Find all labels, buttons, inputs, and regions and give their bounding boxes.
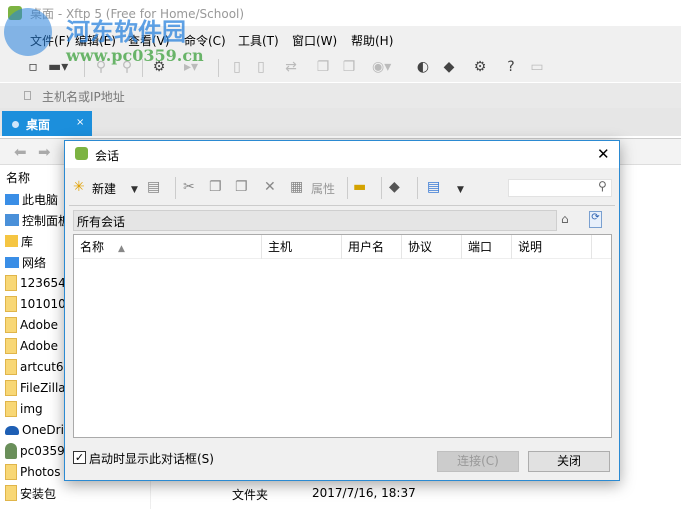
- session-icon: [75, 147, 88, 160]
- close-icon[interactable]: ✕: [597, 145, 610, 163]
- paste-icon[interactable]: ❐: [340, 58, 358, 76]
- startup-checkbox-label[interactable]: 启动时显示此对话框(S): [89, 450, 214, 467]
- item-type: 文件夹: [232, 488, 269, 502]
- menu-help[interactable]: 帮助(H): [351, 32, 393, 49]
- gear-icon[interactable]: ⚙: [471, 58, 489, 76]
- new-dropdown-icon[interactable]: ▼: [131, 182, 138, 198]
- list-item[interactable]: 库: [5, 231, 33, 251]
- list-item[interactable]: 网络: [5, 252, 46, 272]
- list-header: 名称 ▲ 主机 用户名 协议 端口 说明: [74, 235, 611, 259]
- path-label: 所有会话: [77, 215, 126, 229]
- sync-icon[interactable]: ⇄: [282, 58, 300, 76]
- address-bar[interactable]: 主机名或IP地址: [0, 83, 681, 108]
- menu-bar: 文件(F) 编辑(E) 查看(V) 命令(C) 工具(T) 窗口(W) 帮助(H…: [0, 26, 681, 53]
- cut-icon[interactable]: ✂: [183, 179, 195, 195]
- menu-view[interactable]: 查看(V): [128, 32, 170, 49]
- close-button[interactable]: 关闭: [528, 451, 610, 472]
- save-icon[interactable]: ▤: [147, 179, 160, 195]
- properties-button[interactable]: 属性: [311, 180, 335, 197]
- list-item[interactable]: 123654: [5, 273, 66, 293]
- forward-icon[interactable]: ➡: [38, 143, 51, 161]
- session-settings-icon[interactable]: ⚙: [150, 58, 168, 76]
- view-icon[interactable]: ▤: [427, 179, 440, 195]
- chat-icon[interactable]: ▭: [528, 58, 546, 76]
- tab-close-icon[interactable]: ×: [76, 117, 84, 128]
- dialog-toolbar: ✳ 新建 ▼ ▤ ✂ ❐ ❐ ✕ ▦ 属性 ▬ ◆ ▤ ▼ ⚲: [65, 171, 619, 203]
- list-item[interactable]: FileZilla: [5, 378, 66, 398]
- folder-icon[interactable]: ▬: [353, 179, 366, 195]
- tab-bar: 桌面 ×: [0, 108, 681, 136]
- session-dialog: 会话 ✕ ✳ 新建 ▼ ▤ ✂ ❐ ❐ ✕ ▦ 属性 ▬ ◆ ▤ ▼ ⚲ 所有会…: [64, 140, 620, 481]
- upload-icon[interactable]: ▯: [228, 58, 246, 76]
- copy-icon[interactable]: ❐: [314, 58, 332, 76]
- column-header-name[interactable]: 名称: [6, 169, 30, 186]
- menu-command[interactable]: 命令(C): [184, 32, 226, 49]
- up-folder-icon[interactable]: ⌂: [561, 212, 569, 226]
- menu-edit[interactable]: 编辑(E): [75, 32, 116, 49]
- new-session-icon[interactable]: ▫: [24, 58, 42, 76]
- search-icon: ⚲: [598, 179, 607, 193]
- xftp-icon[interactable]: ◆: [440, 58, 458, 76]
- paste-icon[interactable]: ❐: [235, 179, 248, 195]
- toolbar: ▫ ▬▾ ⚲ ⚲ ⚙ ▸▾ ▯ ▯ ⇄ ❐ ❐ ◉▾ ◐ ◆ ⚙ ? ▭: [0, 53, 681, 82]
- dialog-title-bar: 会话 ✕: [65, 141, 619, 168]
- list-item[interactable]: Adobe: [5, 336, 58, 356]
- open-folder-icon[interactable]: ▬▾: [48, 58, 68, 76]
- column-description[interactable]: 说明: [512, 235, 592, 259]
- session-path: 所有会话: [73, 210, 557, 231]
- search-input[interactable]: [508, 179, 612, 197]
- help-icon[interactable]: ?: [502, 58, 520, 76]
- window-title: 桌面 - Xftp 5 (Free for Home/School): [30, 7, 245, 21]
- delete-icon[interactable]: ✕: [264, 179, 276, 195]
- new-button[interactable]: 新建: [92, 180, 116, 197]
- lock-icon: [24, 91, 31, 100]
- connect-button[interactable]: 连接(C): [437, 451, 519, 472]
- list-item[interactable]: pc0359: [5, 441, 65, 461]
- connect-icon[interactable]: ⚲: [92, 58, 110, 76]
- tab-label: 桌面: [26, 118, 51, 132]
- disconnect-icon[interactable]: ⚲: [118, 58, 136, 76]
- tab-desktop[interactable]: 桌面 ×: [2, 111, 92, 136]
- xshell-session-icon[interactable]: ◆: [389, 179, 400, 195]
- list-item[interactable]: img: [5, 399, 43, 419]
- menu-tools[interactable]: 工具(T): [238, 32, 279, 49]
- startup-checkbox[interactable]: ✓: [73, 451, 86, 464]
- list-item[interactable]: artcut6: [5, 357, 64, 377]
- download-icon[interactable]: ▯: [252, 58, 270, 76]
- back-icon[interactable]: ⬅: [14, 143, 27, 161]
- host-input[interactable]: 主机名或IP地址: [42, 88, 125, 105]
- transfer-icon[interactable]: ▸▾: [182, 58, 200, 76]
- column-protocol[interactable]: 协议: [402, 235, 462, 259]
- list-item[interactable]: 安装包: [5, 483, 56, 503]
- column-port[interactable]: 端口: [462, 235, 512, 259]
- dialog-title: 会话: [95, 149, 120, 163]
- new-icon: ✳: [73, 179, 85, 195]
- session-list[interactable]: 名称 ▲ 主机 用户名 协议 端口 说明: [73, 234, 612, 438]
- column-name[interactable]: 名称 ▲: [74, 235, 262, 259]
- list-item[interactable]: 控制面板: [5, 210, 70, 230]
- menu-window[interactable]: 窗口(W): [292, 32, 337, 49]
- app-icon: [8, 6, 22, 20]
- globe-icon[interactable]: ◉▾: [372, 58, 391, 76]
- tab-dot-icon: [12, 121, 19, 128]
- item-modified: 2017/7/16, 18:37: [312, 486, 416, 500]
- title-bar: 桌面 - Xftp 5 (Free for Home/School): [0, 0, 681, 26]
- refresh-icon[interactable]: ⟳: [589, 211, 602, 228]
- list-item[interactable]: 此电脑: [5, 189, 58, 209]
- properties-icon: ▦: [290, 179, 304, 195]
- list-item[interactable]: 101010: [5, 294, 66, 314]
- list-item[interactable]: OneDri: [5, 420, 64, 440]
- copy-icon[interactable]: ❐: [209, 179, 222, 195]
- view-dropdown-icon[interactable]: ▼: [457, 182, 464, 198]
- list-item[interactable]: Adobe: [5, 315, 58, 335]
- menu-file[interactable]: 文件(F): [30, 32, 70, 49]
- xshell-icon[interactable]: ◐: [414, 58, 432, 76]
- column-host[interactable]: 主机: [262, 235, 342, 259]
- column-username[interactable]: 用户名: [342, 235, 402, 259]
- list-item[interactable]: Photos: [5, 462, 60, 482]
